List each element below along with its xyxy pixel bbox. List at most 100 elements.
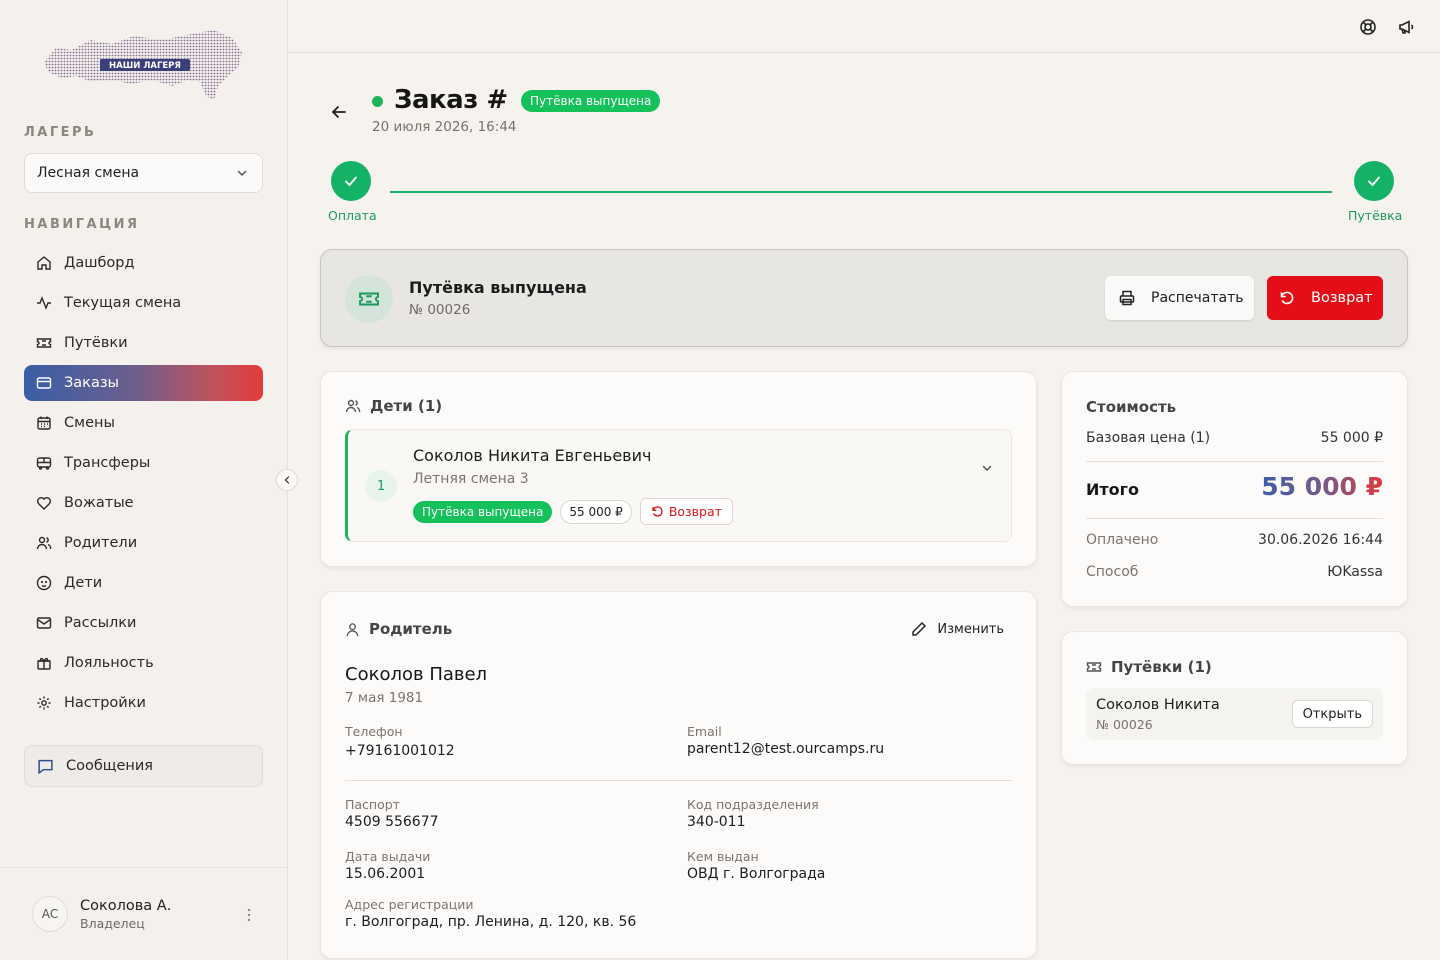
back-arrow-icon[interactable] bbox=[330, 103, 348, 121]
sidebar-item-counselors[interactable]: Вожатые bbox=[24, 485, 263, 521]
user-profile[interactable]: АС Соколова А. Владелец bbox=[0, 867, 287, 960]
child-status-badge: Путёвка выпущена bbox=[413, 500, 553, 523]
method-row: Способ ЮKassa bbox=[1086, 564, 1383, 580]
printer-icon bbox=[1119, 290, 1135, 306]
children-header-label: Дети (1) bbox=[370, 397, 443, 415]
passport-label: Паспорт bbox=[345, 797, 400, 812]
sidebar-item-current-shift[interactable]: Текущая смена bbox=[24, 285, 263, 321]
tickets-header: Путёвки (1) bbox=[1086, 658, 1212, 676]
activity-icon bbox=[37, 296, 51, 310]
base-price-row: Базовая цена (1) 55 000 ₽ bbox=[1086, 430, 1383, 446]
child-index: 1 bbox=[365, 470, 397, 502]
users-icon bbox=[345, 399, 361, 413]
address-value: г. Волгоград, пр. Ленина, д. 120, кв. 56 bbox=[345, 914, 637, 930]
ticket-badge bbox=[345, 275, 393, 323]
edit-parent-button[interactable]: Изменить bbox=[911, 621, 1004, 637]
stepper-progress-line bbox=[390, 191, 1332, 193]
home-icon bbox=[37, 256, 51, 270]
sidebar-nav: Дашборд Текущая смена Путёвки Заказы Сме… bbox=[24, 245, 263, 725]
camp-select[interactable]: Лесная смена bbox=[24, 153, 263, 193]
banner-title: Путёвка выпущена bbox=[409, 278, 587, 297]
divider bbox=[1086, 461, 1383, 462]
children-card: Дети (1) 1 Соколов Никита Евгеньевич Лет… bbox=[320, 371, 1037, 567]
step-label-ticket: Путёвка bbox=[1348, 208, 1403, 223]
card-icon bbox=[36, 377, 52, 389]
child-shift: Летняя смена 3 bbox=[413, 471, 529, 487]
top-bar bbox=[288, 0, 1440, 53]
chevron-down-icon bbox=[237, 170, 247, 177]
sidebar-item-tickets[interactable]: Путёвки bbox=[24, 325, 263, 361]
calendar-icon bbox=[37, 416, 51, 430]
base-price-value: 55 000 ₽ bbox=[1320, 430, 1383, 446]
ticket-issued-banner: Путёвка выпущена № 00026 Распечатать Воз… bbox=[320, 249, 1408, 347]
chevron-down-icon[interactable] bbox=[981, 462, 993, 474]
parent-name: Соколов Павел bbox=[345, 664, 488, 685]
base-price-label: Базовая цена (1) bbox=[1086, 430, 1211, 446]
sidebar-item-orders[interactable]: Заказы bbox=[24, 365, 263, 401]
messages-button[interactable]: Сообщения bbox=[24, 745, 263, 787]
sidebar-item-dashboard[interactable]: Дашборд bbox=[24, 245, 263, 281]
sidebar-item-children[interactable]: Дети bbox=[24, 565, 263, 601]
messages-label: Сообщения bbox=[66, 758, 154, 774]
print-label: Распечатать bbox=[1151, 290, 1244, 306]
list-item: Соколов Никита № 00026 Открыть bbox=[1086, 688, 1383, 740]
phone-label: Телефон bbox=[345, 724, 403, 739]
paid-label: Оплачено bbox=[1086, 532, 1159, 548]
logo-text: НАШИ ЛАГЕРЯ bbox=[109, 61, 181, 71]
sidebar-item-label: Смены bbox=[64, 415, 115, 431]
megaphone-icon[interactable] bbox=[1397, 18, 1415, 36]
sidebar-item-label: Рассылки bbox=[64, 615, 137, 631]
step-ticket-done bbox=[1354, 161, 1394, 201]
address-label: Адрес регистрации bbox=[345, 897, 474, 912]
paid-row: Оплачено 30.06.2026 16:44 bbox=[1086, 532, 1383, 548]
child-refund-label: Возврат bbox=[668, 504, 722, 519]
parent-dob: 7 мая 1981 bbox=[345, 690, 424, 706]
method-label: Способ bbox=[1086, 564, 1139, 580]
issue-date-label: Дата выдачи bbox=[345, 849, 431, 864]
ticket-icon bbox=[359, 292, 379, 306]
refund-button[interactable]: Возврат bbox=[1267, 276, 1383, 320]
tickets-card: Путёвки (1) Соколов Никита № 00026 Откры… bbox=[1061, 631, 1408, 765]
sidebar-collapse-button[interactable] bbox=[276, 469, 298, 491]
sidebar-item-shifts[interactable]: Смены bbox=[24, 405, 263, 441]
parent-header-label: Родитель bbox=[369, 620, 453, 638]
avatar: АС bbox=[32, 896, 68, 932]
email-value: parent12@test.ourcamps.ru bbox=[687, 741, 885, 757]
child-refund-button[interactable]: Возврат bbox=[639, 498, 733, 525]
sidebar-item-loyalty[interactable]: Лояльность bbox=[24, 645, 263, 681]
issue-date-value: 15.06.2001 bbox=[345, 866, 426, 882]
check-icon bbox=[1368, 176, 1380, 187]
baby-icon bbox=[36, 575, 52, 591]
user-name: Соколова А. bbox=[80, 897, 172, 914]
parent-card: Родитель Изменить Соколов Павел 7 мая 19… bbox=[320, 591, 1037, 959]
nav-section-label: НАВИГАЦИЯ bbox=[24, 217, 140, 232]
sidebar-item-label: Путёвки bbox=[64, 335, 128, 351]
print-button[interactable]: Распечатать bbox=[1105, 276, 1254, 320]
total-label: Итого bbox=[1086, 480, 1140, 499]
ticket-holder-name: Соколов Никита bbox=[1096, 697, 1220, 713]
chevron-left-icon bbox=[284, 476, 290, 484]
gift-icon bbox=[37, 657, 51, 670]
users-icon bbox=[36, 536, 52, 550]
email-label: Email bbox=[687, 724, 722, 739]
child-name: Соколов Никита Евгеньевич bbox=[413, 446, 652, 465]
check-icon bbox=[345, 176, 357, 187]
more-vertical-icon[interactable] bbox=[247, 908, 251, 922]
list-item[interactable]: 1 Соколов Никита Евгеньевич Летняя смена… bbox=[345, 429, 1012, 542]
order-date: 20 июля 2026, 16:44 bbox=[372, 119, 517, 135]
dept-code-label: Код подразделения bbox=[687, 797, 819, 812]
open-ticket-button[interactable]: Открыть bbox=[1291, 700, 1373, 728]
sidebar-item-transfers[interactable]: Трансферы bbox=[24, 445, 263, 481]
sidebar-item-label: Родители bbox=[64, 535, 138, 551]
sidebar-item-settings[interactable]: Настройки bbox=[24, 685, 263, 721]
logo-map-icon[interactable]: НАШИ ЛАГЕРЯ bbox=[42, 30, 247, 102]
issued-by-value: ОВД г. Волгограда bbox=[687, 866, 826, 882]
paid-value: 30.06.2026 16:44 bbox=[1258, 532, 1383, 548]
step-payment-done bbox=[331, 161, 371, 201]
sidebar-item-parents[interactable]: Родители bbox=[24, 525, 263, 561]
sidebar-item-label: Лояльность bbox=[64, 655, 154, 671]
status-badge: Путёвка выпущена bbox=[521, 90, 661, 112]
user-role: Владелец bbox=[80, 915, 145, 931]
sidebar-item-mailings[interactable]: Рассылки bbox=[24, 605, 263, 641]
help-lifebuoy-icon[interactable] bbox=[1359, 18, 1377, 36]
